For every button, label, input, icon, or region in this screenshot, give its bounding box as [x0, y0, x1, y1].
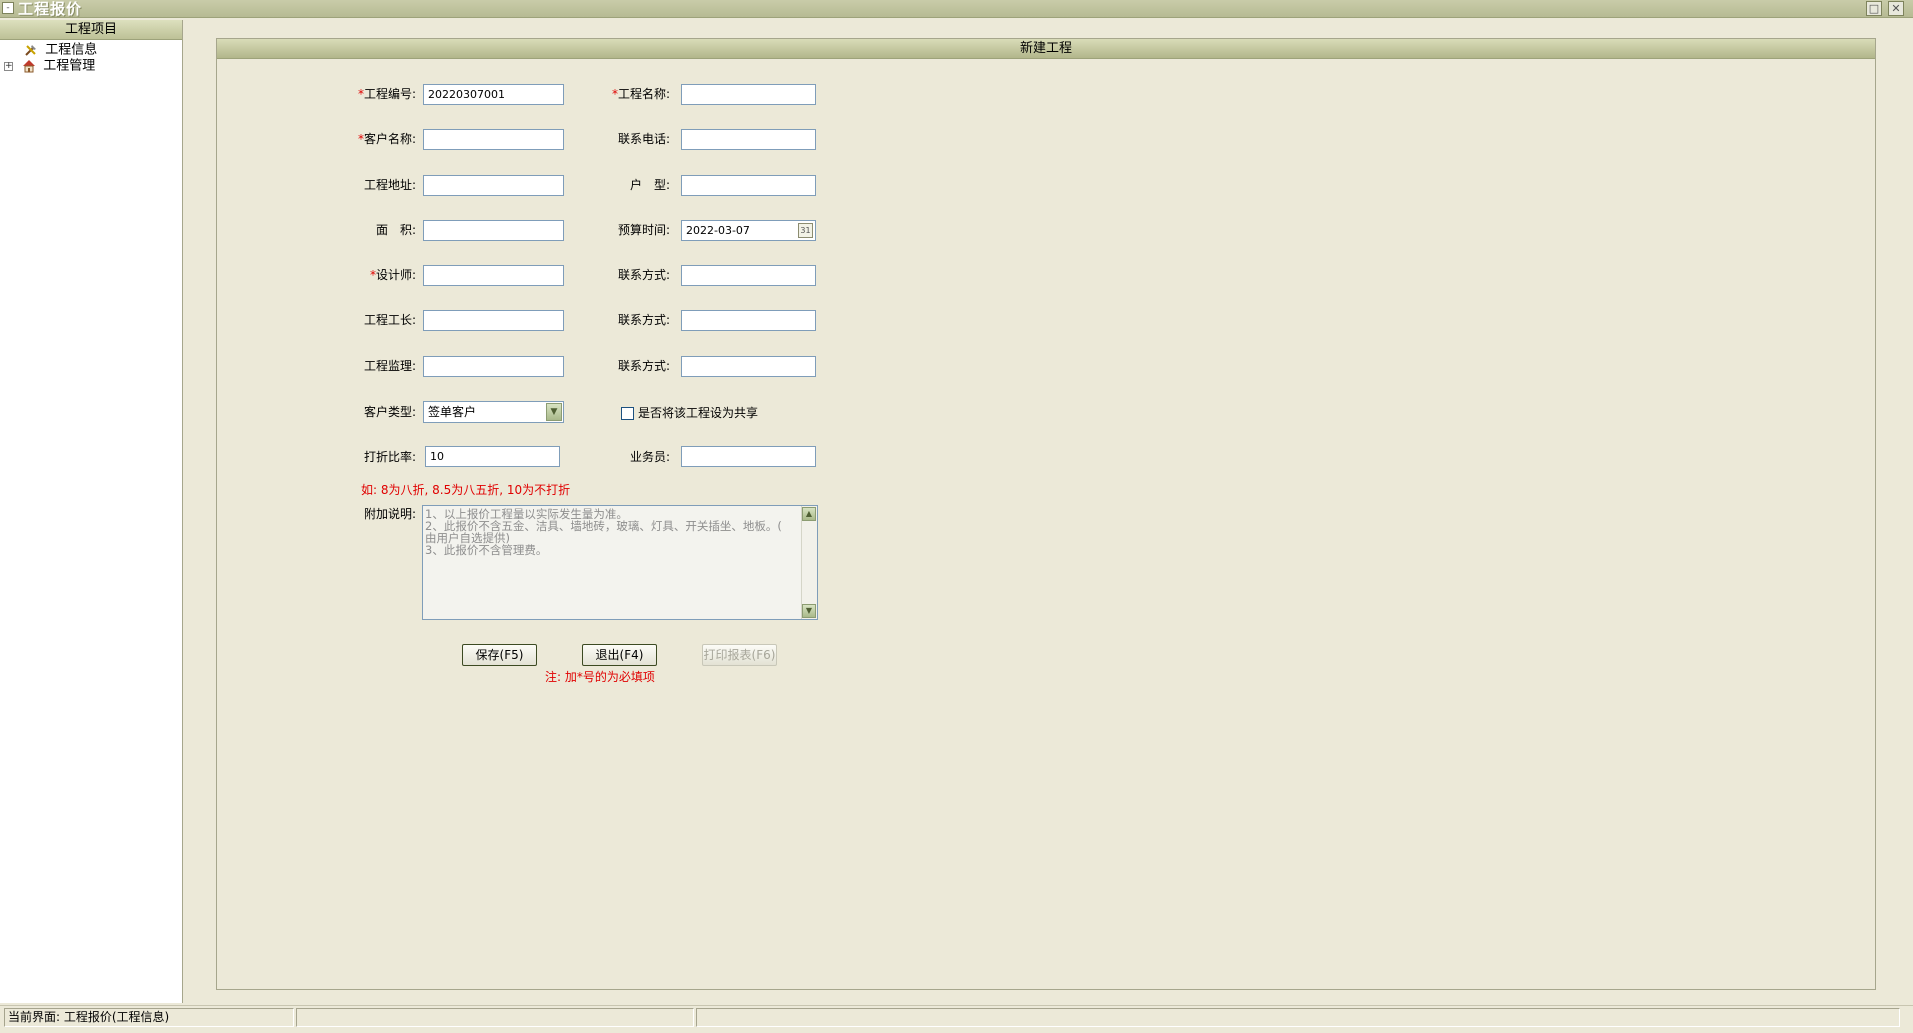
form-title: 新建工程	[217, 39, 1875, 59]
supervisor-contact-label: 联系方式:	[617, 359, 670, 373]
share-label: 是否将该工程设为共享	[638, 406, 759, 420]
phone-label: 联系电话:	[617, 132, 670, 146]
salesman-label: 业务员:	[629, 450, 670, 464]
address-label: 工程地址:	[363, 178, 416, 192]
print-report-button[interactable]: 打印报表(F6)	[702, 644, 777, 666]
project-name-field[interactable]	[681, 84, 816, 105]
budget-date-picker[interactable]: 2022-03-07 31	[681, 220, 816, 241]
supervisor-contact-field[interactable]	[681, 356, 816, 377]
remarks-line: 3、此报价不含管理费。	[425, 543, 548, 557]
address-field[interactable]	[423, 175, 564, 196]
status-panel-3	[696, 1008, 1900, 1027]
window-title: 工程报价	[18, 0, 83, 18]
calendar-icon[interactable]: 31	[798, 223, 813, 238]
exit-button[interactable]: 退出(F4)	[582, 644, 657, 666]
title-bar: - 工程报价 □ ✕	[0, 0, 1913, 18]
foreman-contact-field[interactable]	[681, 310, 816, 331]
tree-item-project-manage[interactable]: + 工程管理	[4, 58, 95, 74]
project-no-field[interactable]: 20220307001	[423, 84, 564, 105]
expand-icon[interactable]: +	[4, 61, 13, 71]
project-tree-panel: 工程项目 工程信息 + 工程管理	[0, 20, 183, 1003]
designer-label: *设计师:	[369, 268, 416, 282]
customer-type-label: 客户类型:	[363, 405, 416, 419]
designer-field[interactable]	[423, 265, 564, 286]
remarks-textarea[interactable]: 1、以上报价工程量以实际发生量为准。 2、此报价不含五金、洁具、墙地砖，玻璃、灯…	[422, 505, 818, 620]
area-field[interactable]	[423, 220, 564, 241]
scroll-down-icon[interactable]: ▼	[802, 604, 816, 618]
customer-name-label: *客户名称:	[357, 132, 416, 146]
system-menu-icon[interactable]: -	[2, 2, 14, 14]
tree-item-label: 工程管理	[43, 58, 96, 74]
status-panel-2	[296, 1008, 694, 1027]
house-icon	[21, 58, 37, 74]
house-type-label: 户 型:	[629, 178, 670, 192]
phone-field[interactable]	[681, 129, 816, 150]
customer-name-field[interactable]	[423, 129, 564, 150]
discount-hint: 如: 8为八折, 8.5为八五折, 10为不打折	[361, 483, 571, 497]
supervisor-field[interactable]	[423, 356, 564, 377]
customer-type-select[interactable]: 签单客户 ▼	[423, 401, 564, 423]
foreman-field[interactable]	[423, 310, 564, 331]
budget-time-label: 预算时间:	[617, 223, 670, 237]
foreman-label: 工程工长:	[363, 313, 416, 327]
tools-icon	[23, 42, 39, 58]
maximize-button[interactable]: □	[1866, 1, 1882, 16]
tree-item-label: 工程信息	[45, 42, 98, 58]
status-current-screen: 当前界面: 工程报价(工程信息)	[4, 1008, 294, 1027]
customer-type-value: 签单客户	[428, 405, 477, 419]
designer-contact-label: 联系方式:	[617, 268, 670, 282]
discount-field[interactable]: 10	[425, 446, 560, 467]
tree-header: 工程项目	[0, 20, 182, 40]
area-label: 面 积:	[375, 223, 416, 237]
status-bar: 当前界面: 工程报价(工程信息)	[0, 1005, 1913, 1033]
budget-date-value: 2022-03-07	[686, 224, 750, 237]
required-note: 注: 加*号的为必填项	[545, 670, 655, 684]
foreman-contact-label: 联系方式:	[617, 313, 670, 327]
supervisor-label: 工程监理:	[363, 359, 416, 373]
project-name-label: *工程名称:	[611, 87, 670, 101]
designer-contact-field[interactable]	[681, 265, 816, 286]
project-no-label: *工程编号:	[357, 87, 416, 101]
chevron-down-icon[interactable]: ▼	[546, 403, 562, 421]
salesman-field[interactable]	[681, 446, 816, 467]
remarks-scrollbar[interactable]: ▲ ▼	[801, 506, 817, 619]
remarks-label: 附加说明:	[363, 507, 416, 521]
scroll-up-icon[interactable]: ▲	[802, 507, 816, 521]
save-button[interactable]: 保存(F5)	[462, 644, 537, 666]
tree-item-project-info[interactable]: 工程信息	[4, 42, 97, 58]
discount-label: 打折比率:	[363, 450, 416, 464]
house-type-field[interactable]	[681, 175, 816, 196]
share-checkbox[interactable]	[621, 407, 634, 420]
close-button[interactable]: ✕	[1888, 1, 1904, 16]
